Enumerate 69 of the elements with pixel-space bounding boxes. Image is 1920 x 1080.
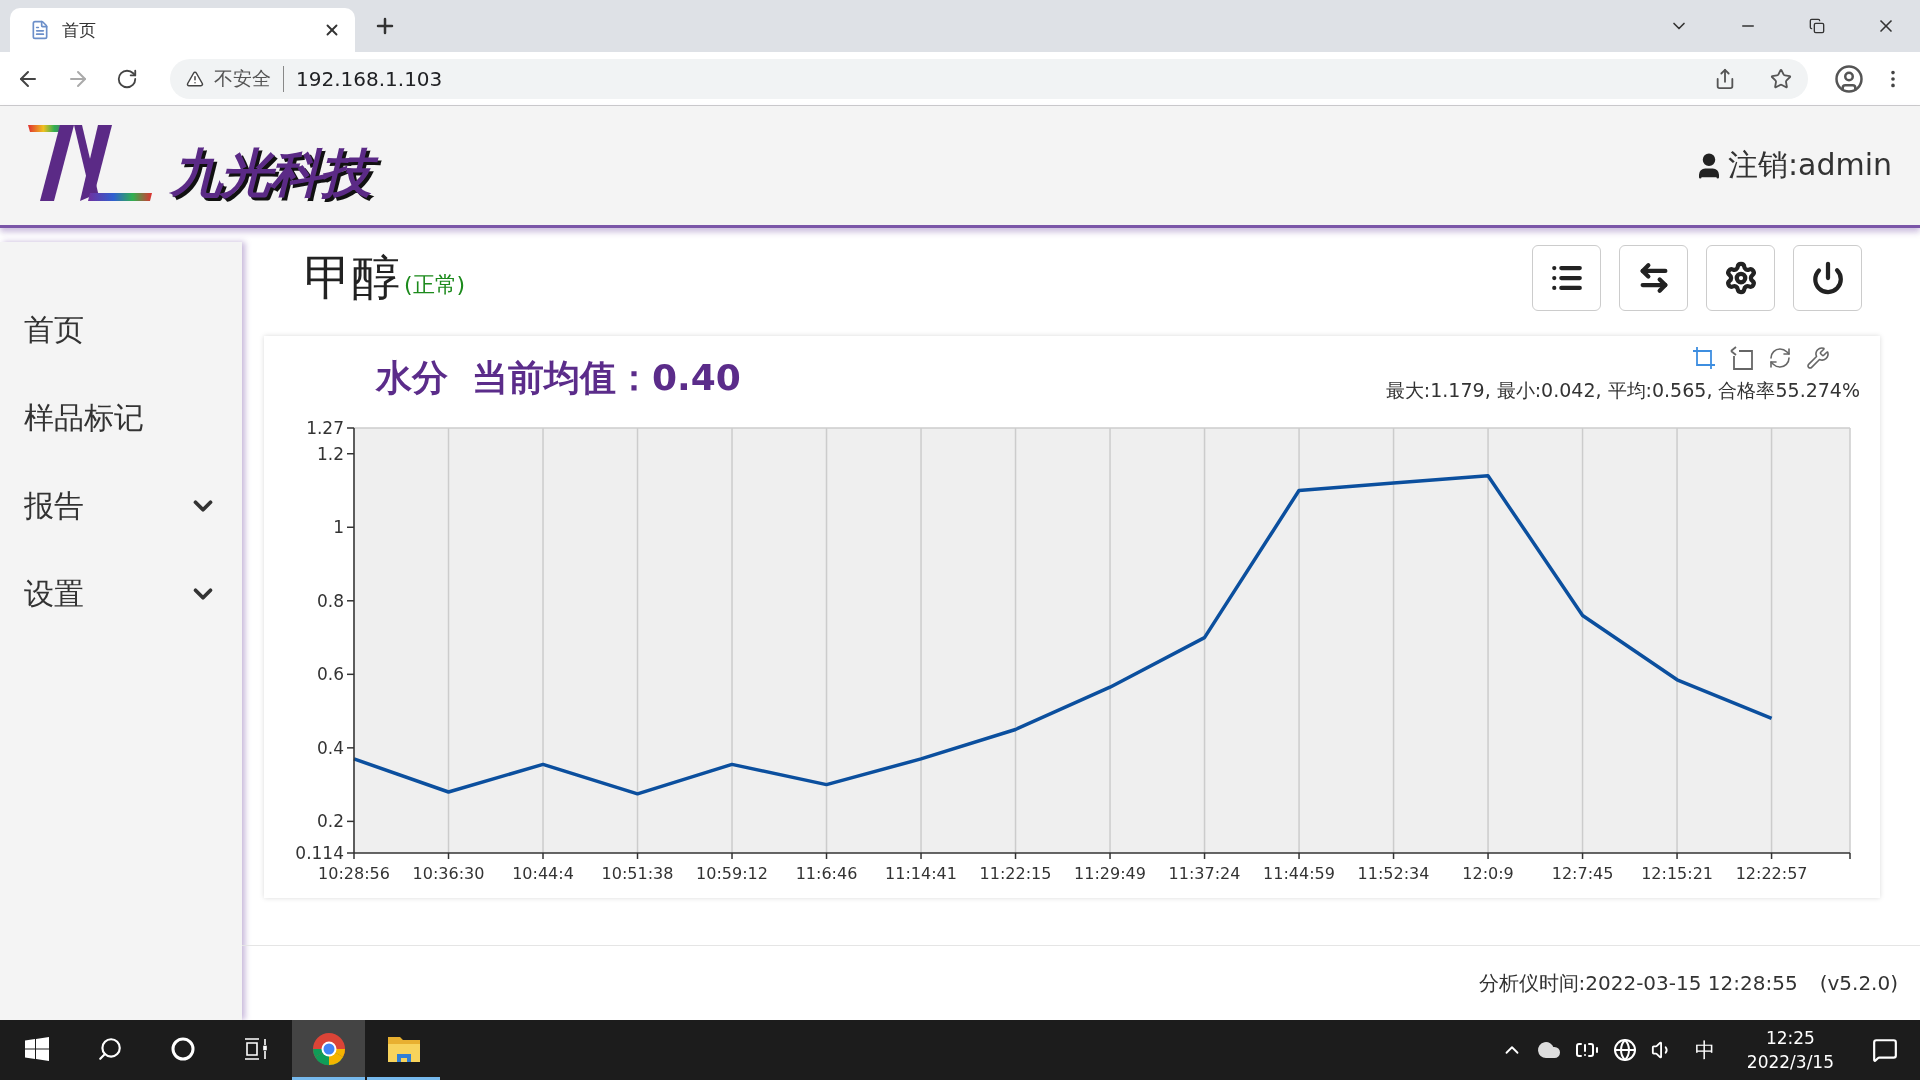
x-tick-label: 11:29:49 <box>1074 864 1146 883</box>
sidebar-item[interactable]: 样品标记 <box>0 374 242 462</box>
bookmark-star-icon[interactable] <box>1770 67 1792 90</box>
current-mean: 当前均值：0.40 <box>472 356 741 400</box>
brand-name: 九光科技 <box>166 140 384 209</box>
chart-title: 水分 <box>376 356 448 400</box>
settings-icon <box>1723 261 1758 295</box>
input-method-indicator[interactable]: 中 <box>1694 1036 1715 1064</box>
version-label: (v5.2.0) <box>1819 971 1898 995</box>
y-tick-label: 0.8 <box>316 590 344 611</box>
reload-icon[interactable] <box>116 67 138 90</box>
sidebar-item[interactable]: 首页 <box>0 286 242 374</box>
restore-icon[interactable] <box>1808 18 1825 34</box>
y-tick-label: 0.6 <box>316 664 344 685</box>
status-label: (正常) <box>404 271 466 299</box>
tab-title: 首页 <box>62 18 97 42</box>
y-tick-label: 1.27 <box>306 418 344 438</box>
sidebar-item[interactable]: 报告 <box>0 462 242 550</box>
browser-app-icon[interactable] <box>311 1031 346 1066</box>
x-tick-label: 12:0:9 <box>1462 864 1514 883</box>
x-tick-label: 11:14:41 <box>885 864 957 883</box>
power-button[interactable] <box>1793 245 1862 311</box>
x-tick-label: 12:7:45 <box>1551 864 1614 883</box>
clock[interactable]: 12:25 2022/3/15 <box>1746 1026 1834 1074</box>
y-tick-label: 1 <box>333 517 344 538</box>
page-title: 甲醇 <box>304 248 400 307</box>
area-zoom-icon[interactable] <box>1692 346 1716 370</box>
settings-button[interactable] <box>1706 245 1775 311</box>
x-tick-label: 10:51:38 <box>601 864 674 883</box>
ring-icon[interactable] <box>170 1036 195 1061</box>
logout-link[interactable]: 注销:admin <box>1727 145 1892 186</box>
power-icon <box>1810 261 1845 295</box>
x-tick-label: 11:44:59 <box>1263 864 1335 883</box>
x-tick-label: 10:28:56 <box>318 864 390 883</box>
x-tick-label: 11:22:15 <box>979 864 1052 883</box>
folder-icon[interactable] <box>386 1034 421 1063</box>
x-tick-label: 11:52:34 <box>1357 864 1430 883</box>
x-tick-label: 11:37:24 <box>1168 864 1241 883</box>
windows-start-icon[interactable] <box>24 1036 49 1061</box>
refresh-icon[interactable] <box>1768 346 1792 370</box>
search-icon[interactable] <box>96 1035 123 1062</box>
x-tick-label: 12:15:21 <box>1641 864 1713 883</box>
wrench-icon[interactable] <box>1806 346 1830 370</box>
y-tick-label: 1.2 <box>316 443 344 464</box>
x-tick-label: 10:44:4 <box>512 864 574 883</box>
sidebar-item[interactable]: 设置 <box>0 550 242 638</box>
profile-icon[interactable] <box>1834 63 1864 94</box>
chart-stats: 最大:1.179, 最小:0.042, 平均:0.565, 合格率55.274% <box>1385 378 1860 403</box>
x-tick-label: 10:59:12 <box>696 864 768 883</box>
analyzer-time: 分析仪时间:2022-03-15 12:28:55 <box>1478 969 1798 997</box>
page-icon <box>30 20 50 40</box>
x-tick-label: 10:36:30 <box>412 864 485 883</box>
notification-icon[interactable] <box>1872 1037 1898 1063</box>
y-tick-label: 0.114 <box>295 843 344 863</box>
swap-button[interactable] <box>1619 245 1688 311</box>
browser-tab[interactable]: 首页 <box>10 8 355 52</box>
list-button[interactable] <box>1532 245 1601 311</box>
warning-icon <box>186 69 204 88</box>
address-bar[interactable]: 不安全 192.168.1.103 <box>170 58 1808 99</box>
globe-icon[interactable] <box>1612 1038 1637 1062</box>
x-tick-label: 12:22:57 <box>1735 864 1808 883</box>
zoom-back-icon[interactable] <box>1730 346 1754 370</box>
y-tick-label: 0.4 <box>316 737 344 758</box>
task-view-icon[interactable] <box>243 1036 268 1061</box>
security-label: 不安全 <box>214 65 284 92</box>
url-text: 192.168.1.103 <box>295 66 444 91</box>
share-icon[interactable] <box>1714 67 1736 90</box>
x-tick-label: 11:6:46 <box>795 864 858 883</box>
y-tick-label: 0.2 <box>316 811 344 832</box>
